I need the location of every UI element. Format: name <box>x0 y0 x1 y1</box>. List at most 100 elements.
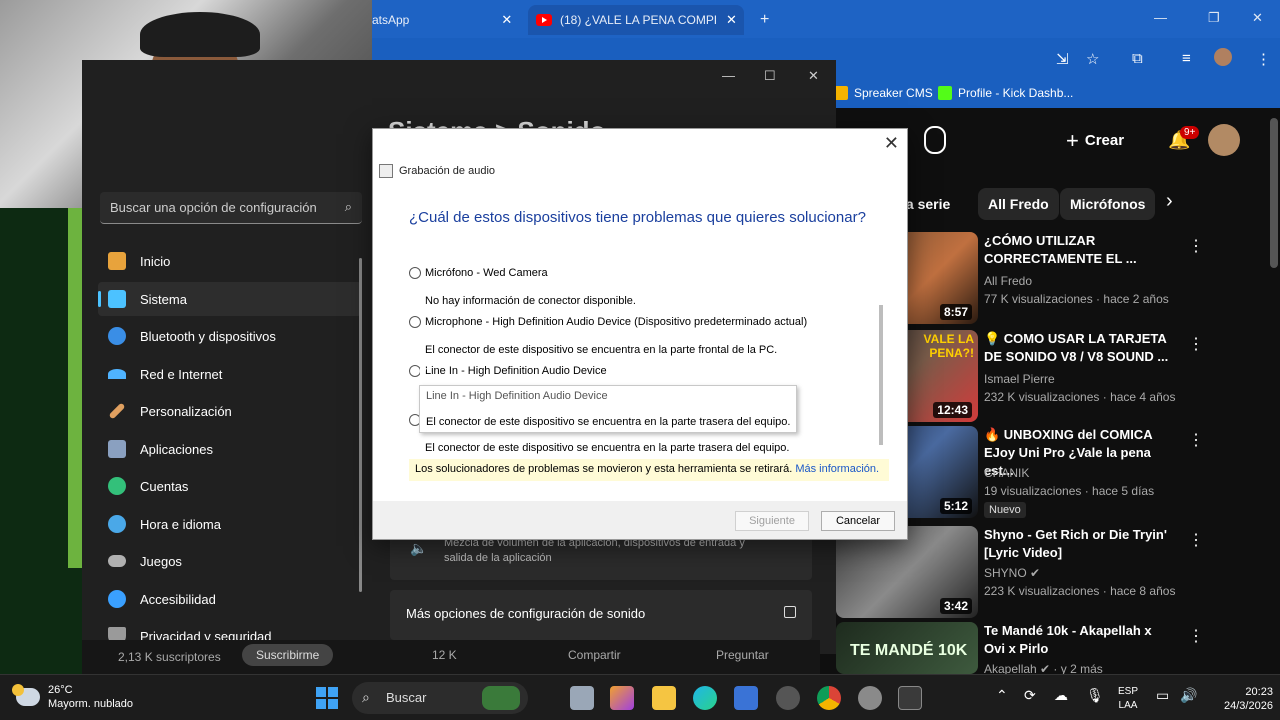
more-info-link[interactable]: Más información. <box>795 463 879 475</box>
ask-button[interactable]: Preguntar <box>716 648 769 662</box>
close-icon[interactable]: ✕ <box>884 133 899 154</box>
sidebar-item-sistema[interactable]: Sistema <box>98 282 362 316</box>
bookmark-star-icon[interactable]: ☆ <box>1086 50 1099 68</box>
more-options-icon[interactable]: ⋮ <box>1188 626 1204 646</box>
sidebar-item-red[interactable]: Red e Internet <box>98 357 362 391</box>
clock[interactable]: 20:23 24/3/2026 <box>1224 685 1273 713</box>
channel-name[interactable]: Ismael Pierre <box>984 372 1055 386</box>
sidebar-item-aplicaciones[interactable]: Aplicaciones <box>98 432 362 466</box>
scrollbar[interactable] <box>359 258 362 592</box>
extensions-icon[interactable]: ⧉ <box>1132 50 1143 67</box>
profile-avatar[interactable] <box>1214 48 1232 66</box>
video-stats: 232 K visualizaciones · hace 4 años <box>984 390 1176 404</box>
more-options-icon[interactable]: ⋮ <box>1188 530 1204 550</box>
store-icon[interactable] <box>734 686 758 710</box>
cloud-icon[interactable]: ☁ <box>1054 687 1068 704</box>
like-count[interactable]: 12 K <box>432 648 457 662</box>
thumbnail-text: TE MANDÉ 10K <box>850 642 968 659</box>
deprecation-notice: Los solucionadores de problemas se movie… <box>409 459 889 481</box>
webcam-person-cap <box>140 12 260 57</box>
file-explorer-icon[interactable] <box>652 686 676 710</box>
chevron-right-icon[interactable]: › <box>1166 190 1173 213</box>
video-title[interactable]: 💡 COMO USAR LA TARJETA DE SONIDO V8 / V8… <box>984 330 1174 366</box>
radio-button[interactable] <box>409 267 421 279</box>
settings-search-input[interactable]: Buscar una opción de configuración ⌕ <box>100 192 362 224</box>
menu-kebab-icon[interactable]: ⋮ <box>1256 50 1271 68</box>
maximize-icon[interactable]: ❐ <box>1208 10 1220 26</box>
video-title[interactable]: Shyno - Get Rich or Die Tryin' [Lyric Vi… <box>984 526 1174 562</box>
voice-search-icon[interactable] <box>924 126 946 154</box>
video-item[interactable]: TE MANDÉ 10K Te Mandé 10k - Akapellah x … <box>836 622 1280 676</box>
radio-option-microphone[interactable]: Microphone - High Definition Audio Devic… <box>409 316 807 328</box>
taskbar-search[interactable]: ⌕ Buscar <box>352 682 528 714</box>
video-thumbnail[interactable]: TE MANDÉ 10K <box>836 622 978 674</box>
chip-microfonos[interactable]: Micrófonos <box>1060 188 1156 220</box>
maximize-icon[interactable]: ☐ <box>764 68 776 84</box>
more-options-icon[interactable]: ⋮ <box>1188 236 1204 256</box>
chevron-up-icon[interactable]: ⌃ <box>996 687 1008 704</box>
close-window-icon[interactable]: ✕ <box>1252 10 1263 26</box>
subscriber-count: 2,13 K suscriptores <box>118 650 221 664</box>
copilot-icon[interactable] <box>610 686 634 710</box>
browser-tab-strip: atsApp ✕ (18) ¿VALE LA PENA COMPRAR ✕ + … <box>372 0 1280 38</box>
more-sound-settings[interactable]: Más opciones de configuración de sonido <box>390 590 812 640</box>
volume-icon[interactable]: 🔊 <box>1180 687 1197 704</box>
network-icon[interactable]: ▭ <box>1156 687 1169 704</box>
edge-icon[interactable] <box>693 686 717 710</box>
video-stats: 223 K visualizaciones · hace 8 años <box>984 584 1176 598</box>
sidebar-item-cuentas[interactable]: Cuentas <box>98 469 362 503</box>
install-icon[interactable]: ⇲ <box>1056 50 1069 68</box>
chrome-icon[interactable] <box>817 686 841 710</box>
microphone-icon[interactable]: 🎙 <box>1086 687 1104 704</box>
bookmark-kick[interactable]: Profile - Kick Dashb... <box>938 86 1073 100</box>
video-title[interactable]: ¿CÓMO UTILIZAR CORRECTAMENTE EL ... <box>984 232 1174 268</box>
more-options-icon[interactable]: ⋮ <box>1188 430 1204 450</box>
sidebar-item-juegos[interactable]: Juegos <box>98 544 362 578</box>
tooltip: Line In - High Definition Audio Device E… <box>419 385 797 433</box>
media-controls-icon[interactable]: ≡ <box>1182 50 1191 67</box>
sync-icon[interactable]: ⟳ <box>1024 687 1036 704</box>
settings-gear-icon[interactable] <box>858 686 882 710</box>
start-button[interactable] <box>316 687 338 709</box>
avatar[interactable] <box>1208 124 1240 156</box>
troubleshooter-app-icon[interactable] <box>898 686 922 710</box>
close-icon[interactable]: ✕ <box>808 68 819 84</box>
sidebar-item-bluetooth[interactable]: Bluetooth y dispositivos <box>98 319 362 353</box>
task-view-icon[interactable] <box>570 686 594 710</box>
scrollbar[interactable] <box>1270 118 1278 268</box>
sidebar-item-hora[interactable]: Hora e idioma <box>98 507 362 541</box>
weather-widget[interactable]: 26°C Mayorm. nublado <box>12 683 133 711</box>
tab-youtube[interactable]: (18) ¿VALE LA PENA COMPRAR ✕ <box>528 5 744 35</box>
tab-whatsapp[interactable]: atsApp ✕ <box>372 5 526 35</box>
sidebar-item-inicio[interactable]: Inicio <box>98 244 362 278</box>
scrollbar[interactable] <box>879 305 883 445</box>
sidebar-item-personalizacion[interactable]: Personalización <box>98 394 362 428</box>
chip-all-fredo[interactable]: All Fredo <box>978 188 1059 220</box>
radio-option-line-in[interactable]: Line In - High Definition Audio Device <box>409 365 607 377</box>
channel-name[interactable]: CHANIK <box>984 466 1029 480</box>
radio-option-webcam[interactable]: Micrófono - Wed Camera <box>409 267 548 279</box>
video-stats: 19 visualizaciones · hace 5 días <box>984 484 1155 498</box>
language-indicator[interactable]: ESP LAA <box>1118 685 1138 713</box>
channel-name[interactable]: All Fredo <box>984 274 1032 288</box>
create-button[interactable]: + Crear <box>1066 128 1124 154</box>
thumbnail-text: VALE LA PENA?! <box>923 332 974 360</box>
gamepad-icon <box>108 555 126 567</box>
next-button[interactable]: Siguiente <box>735 511 809 531</box>
bookmark-spreaker[interactable]: Spreaker CMS <box>834 86 933 100</box>
radio-button[interactable] <box>409 316 421 328</box>
minimize-icon[interactable]: — <box>1154 10 1167 25</box>
subscribe-button[interactable]: Suscribirme <box>242 644 334 666</box>
more-options-icon[interactable]: ⋮ <box>1188 334 1204 354</box>
tab-close-icon[interactable]: ✕ <box>501 12 512 28</box>
app-icon[interactable] <box>776 686 800 710</box>
cancel-button[interactable]: Cancelar <box>821 511 895 531</box>
video-title[interactable]: Te Mandé 10k - Akapellah x Ovi x Pirlo <box>984 622 1174 658</box>
tab-close-icon[interactable]: ✕ <box>726 12 737 28</box>
youtube-favicon-icon <box>536 14 552 26</box>
share-button[interactable]: Compartir <box>568 648 621 662</box>
minimize-icon[interactable]: — <box>722 68 735 83</box>
sidebar-item-accesibilidad[interactable]: Accesibilidad <box>98 582 362 616</box>
channel-name[interactable]: SHYNO ✔ <box>984 566 1040 580</box>
new-tab-button[interactable]: + <box>760 5 769 35</box>
